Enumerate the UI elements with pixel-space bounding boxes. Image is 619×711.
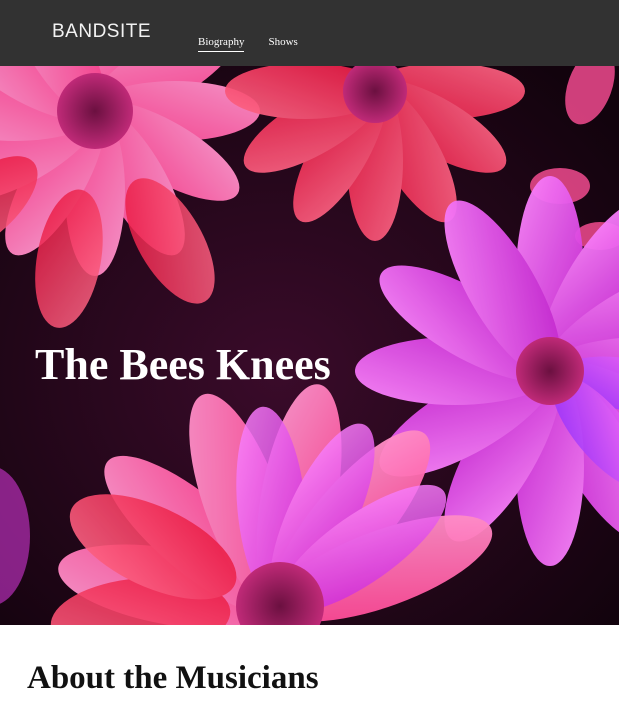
site-logo[interactable]: BANDSITE <box>52 21 151 43</box>
hero-section: The Bees Knees <box>0 66 619 625</box>
hero-title: The Bees Knees <box>35 340 331 389</box>
main-nav: Biography Shows <box>198 36 298 52</box>
nav-link-shows[interactable]: Shows <box>268 36 297 52</box>
about-heading: About the Musicians <box>27 660 319 696</box>
nav-link-biography[interactable]: Biography <box>198 36 245 52</box>
site-header: BANDSITE Biography Shows <box>0 0 619 66</box>
